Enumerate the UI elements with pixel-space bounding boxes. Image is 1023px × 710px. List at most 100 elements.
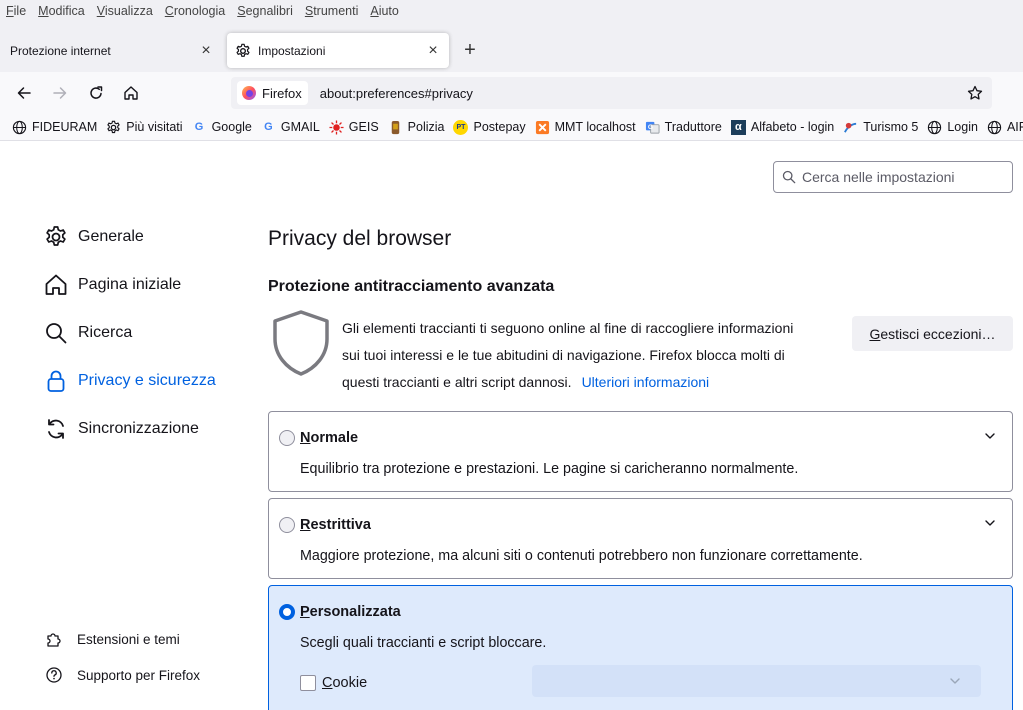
option-standard-desc: Equilibrio tra protezione e prestazioni.…: [300, 461, 799, 477]
close-tab-icon[interactable]: ×: [423, 41, 443, 61]
gear-icon: [106, 120, 121, 135]
tab-protezione-internet[interactable]: Protezione internet ×: [0, 33, 222, 68]
identity-box[interactable]: Firefox: [237, 81, 308, 105]
reload-button[interactable]: [84, 81, 108, 105]
bookmarks-toolbar: FIDEURAM Più visitati G Google G GMAIL G…: [0, 114, 1023, 141]
option-custom-desc: Scegli quali traccianti e script bloccar…: [300, 635, 547, 651]
turismo-icon: [843, 120, 858, 135]
etp-heading: Protezione antitracciamento avanzata: [268, 278, 555, 295]
menu-bookmarks[interactable]: Segnalibri: [237, 4, 293, 18]
bookmark-star-icon[interactable]: [964, 82, 986, 104]
cookie-checkbox-row[interactable]: Cookie: [300, 675, 367, 691]
tab-label: Protezione internet: [10, 43, 111, 58]
search-icon: [44, 321, 68, 345]
tab-strip: Protezione internet × Impostazioni × +: [0, 22, 1023, 72]
chevron-down-icon[interactable]: [982, 515, 998, 531]
cookie-select[interactable]: [532, 665, 981, 697]
bookmark-polizia[interactable]: Polizia: [388, 120, 444, 135]
option-strict[interactable]: Restrittiva Maggiore protezione, ma alcu…: [268, 498, 1013, 579]
menu-edit[interactable]: Modifica: [38, 4, 85, 18]
option-standard-label: Normale: [300, 430, 359, 446]
bookmark-mmt-localhost[interactable]: MMT localhost: [535, 120, 636, 135]
option-custom[interactable]: Personalizzata Scegli quali traccianti e…: [268, 585, 1013, 710]
shield-icon: [273, 310, 329, 376]
preferences-content: Generale Pagina iniziale Ricerca Privacy…: [0, 141, 1023, 710]
puzzle-piece-icon: [44, 629, 64, 649]
category-sync[interactable]: Sincronizzazione: [44, 413, 244, 445]
back-button[interactable]: [12, 81, 36, 105]
url-bar[interactable]: Firefox about:preferences#privacy: [231, 77, 992, 109]
sun-icon: [329, 119, 344, 135]
home-icon: [44, 273, 68, 297]
etp-description: Gli elementi traccianti ti seguono onlin…: [342, 320, 794, 390]
bookmark-air[interactable]: AIR: [987, 120, 1023, 135]
help-icon: [44, 665, 64, 685]
home-icon: [124, 86, 138, 100]
close-tab-icon[interactable]: ×: [196, 41, 216, 61]
forward-button[interactable]: [48, 81, 72, 105]
svg-text:G: G: [647, 123, 652, 130]
identity-label: Firefox: [262, 85, 302, 101]
bookmark-piu-visitati[interactable]: Più visitati: [106, 120, 183, 135]
forward-arrow-icon: [53, 87, 67, 99]
option-strict-label: Restrittiva: [300, 517, 371, 533]
category-search[interactable]: Ricerca: [44, 317, 244, 349]
bookmark-traduttore[interactable]: G Traduttore: [645, 120, 722, 135]
privacy-pane: Privacy del browser Protezione antitracc…: [268, 141, 1013, 710]
learn-more-link[interactable]: Ulteriori informazioni: [582, 374, 710, 390]
bookmark-turismo-5[interactable]: Turismo 5: [843, 120, 918, 135]
new-tab-button[interactable]: +: [458, 38, 482, 62]
firefox-logo-icon: [242, 86, 256, 100]
sync-icon: [44, 417, 68, 441]
radio-custom[interactable]: [279, 604, 295, 620]
firefox-support-link[interactable]: Supporto per Firefox: [44, 663, 244, 687]
menu-history[interactable]: Cronologia: [165, 4, 225, 18]
globe-icon: [927, 120, 942, 135]
menu-tools[interactable]: Strumenti: [305, 4, 359, 18]
category-privacy[interactable]: Privacy e sicurezza: [44, 365, 244, 397]
lock-icon: [44, 369, 68, 393]
bookmark-postepay[interactable]: PT Postepay: [453, 119, 526, 135]
bookmark-google[interactable]: G Google: [192, 120, 252, 135]
globe-icon: [987, 120, 1002, 135]
bookmark-fideuram[interactable]: FIDEURAM: [12, 120, 97, 135]
option-standard[interactable]: Normale Equilibrio tra protezione e pres…: [268, 411, 1013, 492]
bookmark-gmail[interactable]: G GMAIL: [261, 120, 320, 135]
tab-impostazioni[interactable]: Impostazioni ×: [227, 33, 449, 68]
page-title: Privacy del browser: [268, 227, 452, 250]
reload-icon: [90, 86, 103, 99]
manage-exceptions-button[interactable]: Gestisci eccezioni…: [852, 316, 1013, 351]
chevron-down-icon[interactable]: [982, 428, 998, 444]
tab-label: Impostazioni: [258, 43, 326, 58]
radio-strict[interactable]: [279, 517, 295, 533]
category-home[interactable]: Pagina iniziale: [44, 269, 244, 301]
home-button[interactable]: [119, 81, 143, 105]
navigation-bar: Firefox about:preferences#privacy: [0, 72, 1023, 114]
menu-help[interactable]: Aiuto: [370, 4, 399, 18]
google-icon: G: [194, 121, 204, 133]
postepay-icon: PT: [453, 119, 469, 135]
gear-icon: [235, 43, 251, 59]
bookmark-alfabeto-login[interactable]: α Alfabeto - login: [730, 119, 834, 135]
menu-view[interactable]: Visualizza: [97, 4, 153, 18]
radio-standard[interactable]: [279, 430, 295, 446]
back-arrow-icon: [17, 87, 31, 99]
option-strict-desc: Maggiore protezione, ma alcuni siti o co…: [300, 548, 863, 564]
alpha-icon: α: [730, 119, 746, 135]
extensions-and-themes-link[interactable]: Estensioni e temi: [44, 627, 244, 651]
cookie-label: Cookie: [322, 675, 368, 691]
cookie-checkbox[interactable]: [300, 675, 316, 691]
police-icon: [388, 120, 403, 135]
translate-icon: G: [645, 120, 660, 135]
gear-icon: [44, 225, 68, 249]
menu-file[interactable]: File: [6, 4, 26, 18]
bookmark-login[interactable]: Login: [927, 120, 978, 135]
option-custom-label: Personalizzata: [300, 604, 401, 620]
bookmark-geis[interactable]: GEIS: [329, 119, 379, 135]
globe-icon: [12, 120, 27, 135]
google-icon: G: [264, 121, 273, 133]
menu-bar: File Modifica Visualizza Cronologia Segn…: [0, 0, 1023, 22]
url-text[interactable]: about:preferences#privacy: [320, 86, 964, 101]
xampp-icon: [535, 120, 550, 135]
category-general[interactable]: Generale: [44, 221, 244, 253]
